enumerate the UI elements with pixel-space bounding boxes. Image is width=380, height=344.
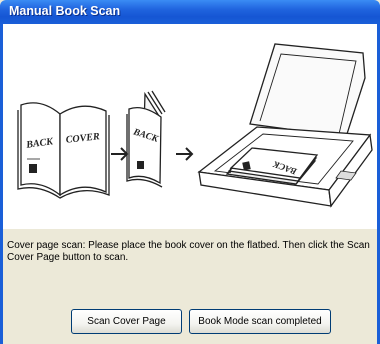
scan-illustration: BACK COVER BACK BACK — [3, 24, 377, 229]
window-title: Manual Book Scan — [9, 4, 121, 18]
title-bar[interactable]: Manual Book Scan — [0, 0, 380, 24]
folded-book-icon: BACK — [126, 90, 166, 188]
scan-cover-page-button[interactable]: Scan Cover Page — [71, 309, 182, 334]
flatbed-scanner-icon: BACK — [197, 43, 373, 208]
arrow-right-icon — [111, 147, 129, 161]
instruction-text: Cover page scan: Please place the book c… — [7, 240, 370, 263]
open-book-icon: BACK COVER — [17, 102, 110, 199]
book-mode-scan-completed-button[interactable]: Book Mode scan completed — [189, 309, 331, 334]
manual-book-scan-dialog: Manual Book Scan BACK COVER BACK BACK Co… — [0, 0, 380, 344]
arrow-right-icon — [176, 147, 194, 161]
illustration-svg: BACK COVER BACK BACK — [17, 43, 373, 208]
